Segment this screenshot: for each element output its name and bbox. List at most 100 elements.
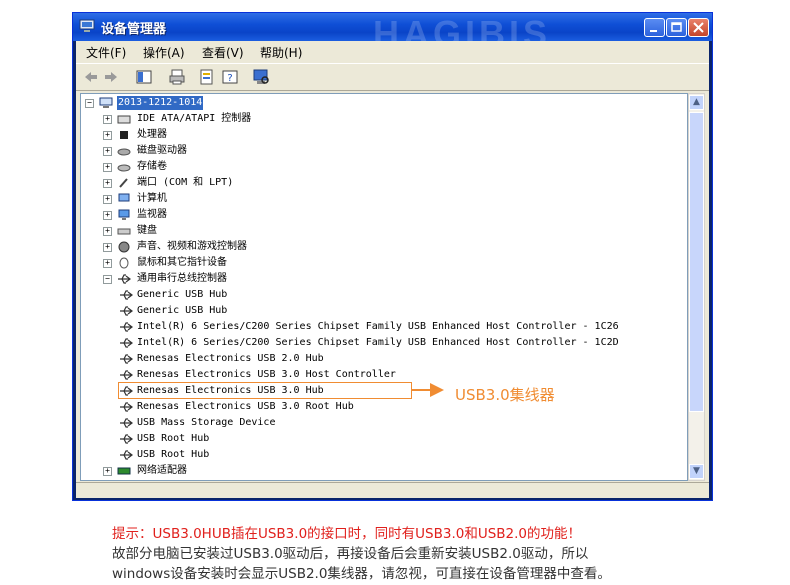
expand-icon[interactable]: + xyxy=(103,211,112,220)
tree-category-label: 通用串行总线控制器 xyxy=(137,273,227,284)
tree-category[interactable]: + 鼠标和其它指针设备 xyxy=(103,256,403,270)
tree-category[interactable]: + IDE ATA/ATAPI 控制器 xyxy=(103,112,403,126)
print-icon[interactable] xyxy=(168,68,186,86)
tree-device[interactable]: Generic USB Hub xyxy=(119,304,679,318)
tree-category[interactable]: + 磁盘驱动器 xyxy=(103,144,403,158)
usb-icon xyxy=(120,354,133,364)
tree-device-label: Intel(R) 6 Series/C200 Series Chipset Fa… xyxy=(137,321,619,332)
tree-category-label: 鼠标和其它指针设备 xyxy=(137,257,227,268)
menu-view[interactable]: 查看(V) xyxy=(202,44,244,61)
device-manager-window: 设备管理器 HAGIBIS 文件(F) 操作(A) 查看(V) 帮助(H) ? … xyxy=(72,12,713,501)
tree-category-label: IDE ATA/ATAPI 控制器 xyxy=(137,113,252,124)
usb-icon xyxy=(120,322,133,332)
arrow-head-icon xyxy=(430,383,444,397)
minimize-button[interactable] xyxy=(644,18,665,37)
expand-icon[interactable]: + xyxy=(103,163,112,172)
tree-category-label: 处理器 xyxy=(137,129,167,140)
computer-icon xyxy=(99,97,113,108)
tree-category-usb[interactable]: − 通用串行总线控制器 xyxy=(103,272,403,286)
tree-device[interactable]: Intel(R) 6 Series/C200 Series Chipset Fa… xyxy=(119,336,679,350)
collapse-icon[interactable]: − xyxy=(85,99,94,108)
expand-icon[interactable]: + xyxy=(103,259,112,268)
close-icon xyxy=(693,22,704,33)
vertical-scrollbar[interactable]: ▲ ▼ xyxy=(688,93,705,481)
tree-category-label: 磁盘驱动器 xyxy=(137,145,187,156)
maximize-button[interactable] xyxy=(666,18,687,37)
tree-category[interactable]: + 存储卷 xyxy=(103,160,403,174)
menu-action[interactable]: 操作(A) xyxy=(143,44,185,61)
menu-help[interactable]: 帮助(H) xyxy=(260,44,302,61)
tip-line: 提示：USB3.0HUB插在USB3.0的接口时，同时有USB3.0和USB2.… xyxy=(112,526,582,542)
status-bar xyxy=(76,482,709,499)
device-tree: − 2013-1212-1014 + IDE ATA/ATAPI 控制器 + 处理器… xyxy=(80,93,688,481)
tree-device[interactable]: USB Mass Storage Device xyxy=(119,416,679,430)
expand-icon[interactable]: + xyxy=(103,227,112,236)
computer-icon xyxy=(118,193,130,202)
menu-bar: 文件(F) 操作(A) 查看(V) 帮助(H) xyxy=(76,41,709,61)
client-area: 文件(F) 操作(A) 查看(V) 帮助(H) ? − 2013-1212-10… xyxy=(76,41,709,498)
arrow-line xyxy=(412,389,432,391)
help-icon[interactable]: ? xyxy=(221,68,239,86)
tree-device-label: USB Root Hub xyxy=(137,449,210,460)
tree-device[interactable]: Renesas Electronics USB 3.0 Host Control… xyxy=(119,368,679,382)
show-hide-tree-icon[interactable] xyxy=(135,68,153,86)
usb-icon xyxy=(120,418,133,428)
tree-category[interactable]: + 键盘 xyxy=(103,224,403,238)
port-icon xyxy=(119,178,128,188)
note-line-2: 故部分电脑已安装过USB3.0驱动后，再接设备后会重新安装USB2.0驱动，所以 xyxy=(112,546,589,562)
usb-icon xyxy=(120,290,133,300)
expand-icon[interactable]: + xyxy=(103,179,112,188)
annotation-label: USB3.0集线器 xyxy=(455,386,555,404)
tree-device-label: Renesas Electronics USB 3.0 Host Control… xyxy=(137,369,396,380)
tree-device[interactable]: Intel(R) 6 Series/C200 Series Chipset Fa… xyxy=(119,320,679,334)
close-button[interactable] xyxy=(688,18,709,37)
tree-category-label: 键盘 xyxy=(137,225,157,236)
toolbar: ? xyxy=(76,63,709,91)
tree-category-label: 声音、视频和游戏控制器 xyxy=(137,241,247,252)
tree-category-label: 网络适配器 xyxy=(137,465,187,476)
tree-root[interactable]: − 2013-1212-1014 xyxy=(85,96,285,110)
tree-category[interactable]: + 网络适配器 xyxy=(103,464,403,478)
tree-category[interactable]: + 端口 (COM 和 LPT) xyxy=(103,176,403,190)
expand-icon[interactable]: + xyxy=(103,243,112,252)
scroll-down-icon[interactable]: ▼ xyxy=(689,464,704,479)
tree-category[interactable]: + 监视器 xyxy=(103,208,403,222)
expand-icon[interactable]: + xyxy=(103,195,112,204)
tree-device[interactable]: USB Root Hub xyxy=(119,432,679,446)
tree-category-label: 监视器 xyxy=(137,209,167,220)
scroll-thumb[interactable] xyxy=(689,112,704,412)
expand-icon[interactable]: + xyxy=(103,147,112,156)
highlight-box xyxy=(118,382,412,399)
network-adapter-icon xyxy=(117,467,131,475)
mouse-icon xyxy=(119,257,129,269)
forward-arrow-icon[interactable] xyxy=(102,68,120,86)
disk-drive-icon xyxy=(117,148,131,156)
tree-root-label: 2013-1212-1014 xyxy=(117,96,204,110)
title-bar[interactable]: 设备管理器 HAGIBIS xyxy=(73,13,712,54)
collapse-icon[interactable]: − xyxy=(103,275,112,284)
properties-icon[interactable] xyxy=(198,68,216,86)
usb-icon xyxy=(120,434,133,444)
tree-category[interactable]: + 声音、视频和游戏控制器 xyxy=(103,240,403,254)
tree-category[interactable]: + 处理器 xyxy=(103,128,403,142)
menu-file[interactable]: 文件(F) xyxy=(86,44,126,61)
keyboard-icon xyxy=(117,228,131,235)
expand-icon[interactable]: + xyxy=(103,115,112,124)
computer-icon xyxy=(79,19,95,32)
tree-device-label: Generic USB Hub xyxy=(137,305,228,316)
expand-icon[interactable]: + xyxy=(103,131,112,140)
tree-category[interactable]: + 计算机 xyxy=(103,192,403,206)
note-line-3: windows设备安装时会显示USB2.0集线器，请忽视，可直接在设备管理器中查… xyxy=(112,566,611,582)
expand-icon[interactable]: + xyxy=(103,467,112,476)
tree-device[interactable]: Renesas Electronics USB 2.0 Hub xyxy=(119,352,679,366)
maximize-icon xyxy=(671,22,682,32)
tree-device[interactable]: Generic USB Hub xyxy=(119,288,679,302)
tree-device[interactable]: USB Root Hub xyxy=(119,448,679,462)
usb-icon xyxy=(120,370,133,380)
sound-icon xyxy=(118,241,130,253)
monitor-icon xyxy=(118,209,130,220)
scroll-up-icon[interactable]: ▲ xyxy=(689,95,704,110)
back-arrow-icon[interactable] xyxy=(82,68,100,86)
scan-hardware-icon[interactable] xyxy=(252,68,270,86)
tree-device[interactable]: Renesas Electronics USB 3.0 Root Hub xyxy=(119,400,679,414)
